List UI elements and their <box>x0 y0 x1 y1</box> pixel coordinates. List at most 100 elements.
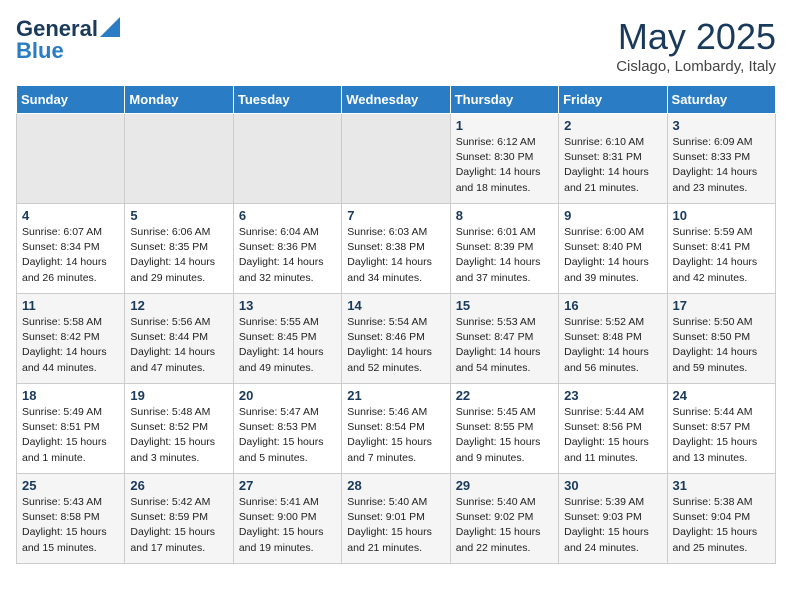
calendar-cell: 28Sunrise: 5:40 AM Sunset: 9:01 PM Dayli… <box>342 474 450 564</box>
day-info: Sunrise: 5:55 AM Sunset: 8:45 PM Dayligh… <box>239 315 336 376</box>
day-number: 6 <box>239 208 336 223</box>
calendar-cell: 26Sunrise: 5:42 AM Sunset: 8:59 PM Dayli… <box>125 474 233 564</box>
day-info: Sunrise: 5:58 AM Sunset: 8:42 PM Dayligh… <box>22 315 119 376</box>
calendar-cell: 20 Sunrise: 5:47 AM Sunset: 8:53 PM Dayli… <box>233 384 341 474</box>
calendar-cell: 22 Sunrise: 5:45 AM Sunset: 8:55 PM Dayli… <box>450 384 558 474</box>
day-number: 17 <box>673 298 770 313</box>
calendar-cell <box>342 114 450 204</box>
calendar-table: SundayMondayTuesdayWednesdayThursdayFrid… <box>16 85 776 564</box>
weekday-header-thursday: Thursday <box>450 86 558 114</box>
calendar-cell: 13 Sunrise: 5:55 AM Sunset: 8:45 PM Dayli… <box>233 294 341 384</box>
calendar-cell: 1 Sunrise: 6:12 AM Sunset: 8:30 PM Daylig… <box>450 114 558 204</box>
day-number: 24 <box>673 388 770 403</box>
calendar-cell: 23Sunrise: 5:44 AM Sunset: 8:56 PM Dayli… <box>559 384 667 474</box>
day-info: Sunrise: 5:40 AM Sunset: 9:01 PM Dayligh… <box>347 495 444 556</box>
day-info: Sunrise: 5:40 AM Sunset: 9:02 PM Dayligh… <box>456 495 553 556</box>
weekday-header-row: SundayMondayTuesdayWednesdayThursdayFrid… <box>17 86 776 114</box>
day-info: Sunrise: 5:59 AM Sunset: 8:41 PM Dayligh… <box>673 225 770 286</box>
calendar-cell: 7 Sunrise: 6:03 AM Sunset: 8:38 PM Daylig… <box>342 204 450 294</box>
day-number: 5 <box>130 208 227 223</box>
day-number: 3 <box>673 118 770 133</box>
day-info: Sunrise: 6:04 AM Sunset: 8:36 PM Dayligh… <box>239 225 336 286</box>
day-number: 9 <box>564 208 661 223</box>
month-title: May 2025 <box>616 16 776 58</box>
day-number: 19 <box>130 388 227 403</box>
weekday-header-tuesday: Tuesday <box>233 86 341 114</box>
calendar-cell: 10 Sunrise: 5:59 AM Sunset: 8:41 PM Dayli… <box>667 204 775 294</box>
day-info: Sunrise: 5:54 AM Sunset: 8:46 PM Dayligh… <box>347 315 444 376</box>
calendar-cell: 15Sunrise: 5:53 AM Sunset: 8:47 PM Dayli… <box>450 294 558 384</box>
logo-blue: Blue <box>16 38 64 64</box>
week-row-4: 18Sunrise: 5:49 AM Sunset: 8:51 PM Dayli… <box>17 384 776 474</box>
calendar-cell: 5 Sunrise: 6:06 AM Sunset: 8:35 PM Daylig… <box>125 204 233 294</box>
day-info: Sunrise: 5:46 AM Sunset: 8:54 PM Dayligh… <box>347 405 444 466</box>
day-number: 2 <box>564 118 661 133</box>
calendar-cell: 12 Sunrise: 5:56 AM Sunset: 8:44 PM Dayli… <box>125 294 233 384</box>
calendar-cell: 4 Sunrise: 6:07 AM Sunset: 8:34 PM Daylig… <box>17 204 125 294</box>
day-number: 25 <box>22 478 119 493</box>
calendar-cell: 6 Sunrise: 6:04 AM Sunset: 8:36 PM Daylig… <box>233 204 341 294</box>
day-info: Sunrise: 6:12 AM Sunset: 8:30 PM Dayligh… <box>456 135 553 196</box>
day-number: 30 <box>564 478 661 493</box>
day-info: Sunrise: 5:41 AM Sunset: 9:00 PM Dayligh… <box>239 495 336 556</box>
day-number: 4 <box>22 208 119 223</box>
day-info: Sunrise: 6:09 AM Sunset: 8:33 PM Dayligh… <box>673 135 770 196</box>
weekday-header-friday: Friday <box>559 86 667 114</box>
weekday-header-sunday: Sunday <box>17 86 125 114</box>
location: Cislago, Lombardy, Italy <box>616 58 776 75</box>
calendar-cell: 31Sunrise: 5:38 AM Sunset: 9:04 PM Dayli… <box>667 474 775 564</box>
week-row-1: 1 Sunrise: 6:12 AM Sunset: 8:30 PM Daylig… <box>17 114 776 204</box>
calendar-cell: 19 Sunrise: 5:48 AM Sunset: 8:52 PM Dayli… <box>125 384 233 474</box>
day-info: Sunrise: 5:49 AM Sunset: 8:51 PM Dayligh… <box>22 405 119 466</box>
page-header: General Blue May 2025 Cislago, Lombardy,… <box>16 16 776 75</box>
day-number: 26 <box>130 478 227 493</box>
day-number: 10 <box>673 208 770 223</box>
day-info: Sunrise: 5:53 AM Sunset: 8:47 PM Dayligh… <box>456 315 553 376</box>
day-info: Sunrise: 5:44 AM Sunset: 8:57 PM Dayligh… <box>673 405 770 466</box>
day-info: Sunrise: 6:07 AM Sunset: 8:34 PM Dayligh… <box>22 225 119 286</box>
logo: General Blue <box>16 16 120 64</box>
day-number: 16 <box>564 298 661 313</box>
calendar-cell: 30 Sunrise: 5:39 AM Sunset: 9:03 PM Dayli… <box>559 474 667 564</box>
day-info: Sunrise: 6:00 AM Sunset: 8:40 PM Dayligh… <box>564 225 661 286</box>
day-number: 11 <box>22 298 119 313</box>
day-info: Sunrise: 5:39 AM Sunset: 9:03 PM Dayligh… <box>564 495 661 556</box>
calendar-cell: 24 Sunrise: 5:44 AM Sunset: 8:57 PM Dayli… <box>667 384 775 474</box>
day-info: Sunrise: 5:45 AM Sunset: 8:55 PM Dayligh… <box>456 405 553 466</box>
calendar-cell: 16 Sunrise: 5:52 AM Sunset: 8:48 PM Dayli… <box>559 294 667 384</box>
calendar-cell <box>17 114 125 204</box>
day-info: Sunrise: 6:06 AM Sunset: 8:35 PM Dayligh… <box>130 225 227 286</box>
day-number: 14 <box>347 298 444 313</box>
calendar-cell: 25Sunrise: 5:43 AM Sunset: 8:58 PM Dayli… <box>17 474 125 564</box>
day-info: Sunrise: 5:50 AM Sunset: 8:50 PM Dayligh… <box>673 315 770 376</box>
weekday-header-monday: Monday <box>125 86 233 114</box>
day-info: Sunrise: 6:03 AM Sunset: 8:38 PM Dayligh… <box>347 225 444 286</box>
logo-triangle-icon <box>100 17 120 37</box>
calendar-cell: 9 Sunrise: 6:00 AM Sunset: 8:40 PM Daylig… <box>559 204 667 294</box>
day-info: Sunrise: 5:52 AM Sunset: 8:48 PM Dayligh… <box>564 315 661 376</box>
day-number: 22 <box>456 388 553 403</box>
day-info: Sunrise: 5:48 AM Sunset: 8:52 PM Dayligh… <box>130 405 227 466</box>
day-info: Sunrise: 6:10 AM Sunset: 8:31 PM Dayligh… <box>564 135 661 196</box>
day-number: 29 <box>456 478 553 493</box>
day-number: 20 <box>239 388 336 403</box>
day-number: 23 <box>564 388 661 403</box>
calendar-cell: 11 Sunrise: 5:58 AM Sunset: 8:42 PM Dayli… <box>17 294 125 384</box>
week-row-5: 25Sunrise: 5:43 AM Sunset: 8:58 PM Dayli… <box>17 474 776 564</box>
calendar-cell: 18Sunrise: 5:49 AM Sunset: 8:51 PM Dayli… <box>17 384 125 474</box>
day-number: 1 <box>456 118 553 133</box>
calendar-cell: 29 Sunrise: 5:40 AM Sunset: 9:02 PM Dayli… <box>450 474 558 564</box>
day-info: Sunrise: 5:56 AM Sunset: 8:44 PM Dayligh… <box>130 315 227 376</box>
calendar-cell: 17 Sunrise: 5:50 AM Sunset: 8:50 PM Dayli… <box>667 294 775 384</box>
calendar-cell: 27 Sunrise: 5:41 AM Sunset: 9:00 PM Dayli… <box>233 474 341 564</box>
calendar-cell: 21Sunrise: 5:46 AM Sunset: 8:54 PM Dayli… <box>342 384 450 474</box>
day-number: 7 <box>347 208 444 223</box>
calendar-cell: 3 Sunrise: 6:09 AM Sunset: 8:33 PM Daylig… <box>667 114 775 204</box>
calendar-cell: 2 Sunrise: 6:10 AM Sunset: 8:31 PM Daylig… <box>559 114 667 204</box>
day-number: 27 <box>239 478 336 493</box>
calendar-cell: 14 Sunrise: 5:54 AM Sunset: 8:46 PM Dayli… <box>342 294 450 384</box>
day-number: 13 <box>239 298 336 313</box>
day-info: Sunrise: 5:47 AM Sunset: 8:53 PM Dayligh… <box>239 405 336 466</box>
day-number: 31 <box>673 478 770 493</box>
day-number: 12 <box>130 298 227 313</box>
